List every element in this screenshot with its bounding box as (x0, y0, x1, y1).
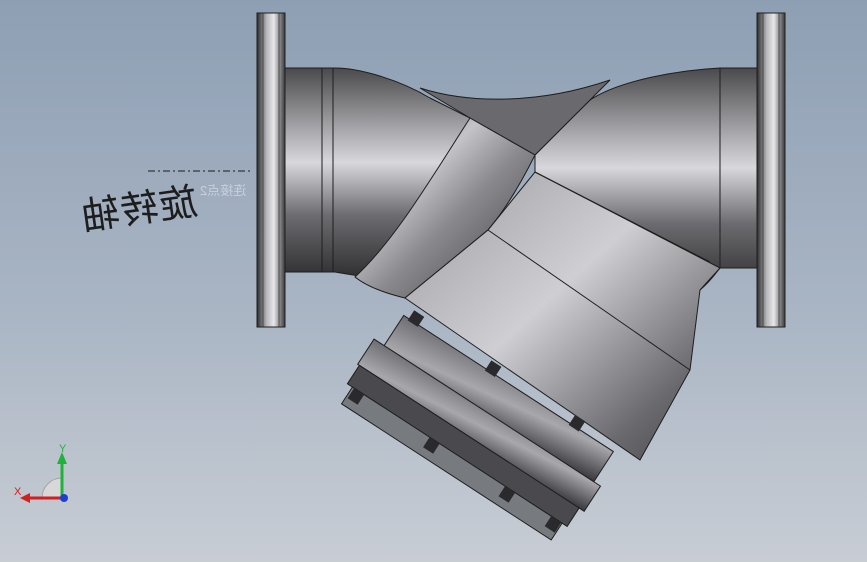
connection-point-label: 连接点2 (200, 183, 247, 198)
graphics-viewport[interactable]: 旋转轴 连接点2 Y X (0, 0, 867, 562)
left-flange (256, 12, 286, 328)
triad-quarter-disc (41, 477, 63, 499)
y-axis-label: Y (59, 443, 67, 455)
reference-triad: Y X (14, 443, 68, 503)
right-flange (756, 12, 786, 328)
z-axis-dot (60, 494, 68, 502)
valve-model[interactable] (0, 0, 867, 562)
x-axis-label: X (14, 486, 22, 498)
